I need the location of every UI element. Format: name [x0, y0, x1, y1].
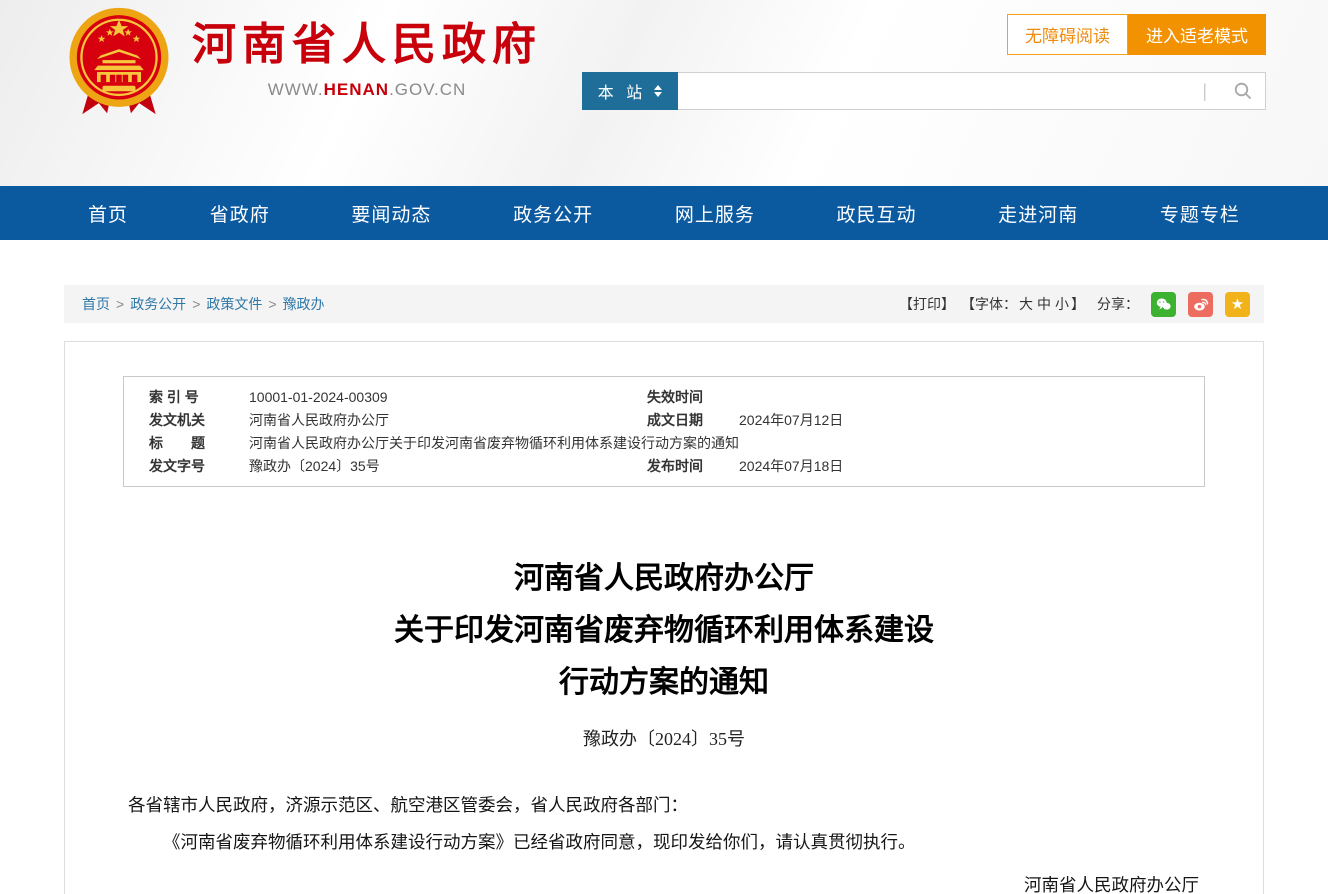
print-button[interactable]: 【打印】 — [899, 294, 955, 314]
weibo-icon — [1192, 296, 1209, 313]
nav-item-interaction[interactable]: 政民互动 — [837, 200, 917, 227]
search-scope-select[interactable]: 本 站 — [582, 72, 678, 110]
document-body: 各省辖市人民政府，济源示范区、航空港区管委会，省人民政府各部门： 《河南省废弃物… — [65, 787, 1263, 894]
elder-mode-button[interactable]: 进入适老模式 — [1128, 14, 1266, 55]
meta-index-label: 索 引 号 — [149, 386, 249, 408]
site-header: 河南省人民政府 WWW.HENAN.GOV.CN 无障碍阅读 进入适老模式 本 … — [0, 0, 1328, 186]
search-scope-label: 本 站 — [598, 79, 646, 103]
meta-expiry-value — [739, 386, 1204, 408]
document-title-line: 河南省人民政府办公厅 — [65, 553, 1263, 605]
meta-docno-label: 发文字号 — [149, 455, 249, 477]
scope-updown-icon — [654, 85, 662, 97]
share-weibo-button[interactable] — [1188, 292, 1213, 317]
accessibility-reading-button[interactable]: 无障碍阅读 — [1007, 14, 1128, 55]
nav-item-news[interactable]: 要闻动态 — [351, 200, 431, 227]
search-button[interactable] — [1221, 73, 1265, 109]
site-logo[interactable]: 河南省人民政府 WWW.HENAN.GOV.CN — [64, 4, 542, 118]
document-meta-table: 索 引 号 10001-01-2024-00309 失效时间 发文机关 河南省人… — [123, 376, 1205, 487]
meta-docno-value: 豫政办〔2024〕35号 — [249, 455, 647, 477]
font-size-medium[interactable]: 中 — [1037, 296, 1051, 312]
search-separator: | — [1202, 81, 1207, 102]
nav-item-home[interactable]: 首页 — [88, 200, 128, 227]
share-favorite-button[interactable]: ★ — [1225, 292, 1250, 317]
meta-written-date-label: 成文日期 — [647, 409, 739, 431]
site-url-prefix: WWW. — [268, 80, 324, 99]
breadcrumb-separator: > — [268, 296, 276, 312]
search-input[interactable] — [678, 73, 1202, 109]
nav-item-about-henan[interactable]: 走进河南 — [998, 200, 1078, 227]
breadcrumb-policy-files[interactable]: 政策文件 — [206, 294, 262, 314]
font-size-prefix: 【字体： — [961, 296, 1017, 312]
font-size-large[interactable]: 大 — [1019, 296, 1033, 312]
breadcrumb-separator: > — [192, 296, 200, 312]
meta-title-value: 河南省人民政府办公厅关于印发河南省废弃物循环利用体系建设行动方案的通知 — [249, 432, 1204, 454]
breadcrumb-separator: > — [116, 296, 124, 312]
share-label: 分享： — [1097, 294, 1139, 314]
document-content-box: 索 引 号 10001-01-2024-00309 失效时间 发文机关 河南省人… — [64, 341, 1264, 894]
page-toolbar: 【打印】 【字体：大中小】 分享： — [899, 292, 1250, 317]
breadcrumb-yuzhengban[interactable]: 豫政办 — [283, 294, 325, 314]
meta-expiry-label: 失效时间 — [647, 386, 739, 408]
nav-item-special-topics[interactable]: 专题专栏 — [1160, 200, 1240, 227]
share-wechat-button[interactable] — [1151, 292, 1176, 317]
search-bar: 本 站 | — [582, 72, 1266, 110]
site-title-block: 河南省人民政府 WWW.HENAN.GOV.CN — [192, 4, 542, 100]
document-paragraph: 各省辖市人民政府，济源示范区、航空港区管委会，省人民政府各部门： — [93, 787, 1235, 824]
meta-index-value: 10001-01-2024-00309 — [249, 386, 647, 408]
nav-item-online-services[interactable]: 网上服务 — [675, 200, 755, 227]
signature-org: 河南省人民政府办公厅 — [93, 867, 1235, 894]
breadcrumb-bar: 首页 > 政务公开 > 政策文件 > 豫政办 【打印】 【字体：大中小】 分享： — [64, 285, 1264, 323]
site-url-suffix: .GOV.CN — [389, 80, 466, 99]
meta-publish-date-label: 发布时间 — [647, 455, 739, 477]
meta-org-label: 发文机关 — [149, 409, 249, 431]
main-nav: 首页 省政府 要闻动态 政务公开 网上服务 政民互动 走进河南 专题专栏 — [0, 186, 1328, 240]
document-title: 河南省人民政府办公厅 关于印发河南省废弃物循环利用体系建设 行动方案的通知 — [65, 553, 1263, 709]
site-name: 河南省人民政府 — [192, 18, 542, 72]
nav-item-gov-affairs[interactable]: 政务公开 — [513, 200, 593, 227]
font-size-control: 【字体：大中小】 — [961, 294, 1085, 314]
document-title-line: 关于印发河南省废弃物循环利用体系建设 — [65, 605, 1263, 657]
breadcrumb-gov-affairs[interactable]: 政务公开 — [130, 294, 186, 314]
meta-title-label: 标 题 — [149, 432, 249, 454]
font-size-suffix: 】 — [1071, 296, 1085, 312]
wechat-icon — [1155, 296, 1172, 313]
nav-item-provincial-gov[interactable]: 省政府 — [210, 200, 270, 227]
meta-org-value: 河南省人民政府办公厅 — [249, 409, 647, 431]
national-emblem-icon — [64, 4, 174, 118]
site-url-highlight: HENAN — [324, 80, 389, 99]
breadcrumb: 首页 > 政务公开 > 政策文件 > 豫政办 — [82, 294, 325, 314]
search-input-wrap: | — [678, 72, 1266, 110]
search-icon — [1233, 81, 1253, 101]
top-buttons: 无障碍阅读 进入适老模式 — [1007, 14, 1266, 55]
site-url: WWW.HENAN.GOV.CN — [192, 80, 542, 100]
breadcrumb-home[interactable]: 首页 — [82, 294, 110, 314]
star-icon: ★ — [1231, 295, 1244, 313]
document-paragraph: 《河南省废弃物循环利用体系建设行动方案》已经省政府同意，现印发给你们，请认真贯彻… — [93, 824, 1235, 861]
page: 河南省人民政府 WWW.HENAN.GOV.CN 无障碍阅读 进入适老模式 本 … — [0, 0, 1328, 894]
meta-publish-date-value: 2024年07月18日 — [739, 455, 1204, 477]
document-number: 豫政办〔2024〕35号 — [65, 725, 1263, 751]
meta-written-date-value: 2024年07月12日 — [739, 409, 1204, 431]
document-title-line: 行动方案的通知 — [65, 657, 1263, 709]
font-size-small[interactable]: 小 — [1055, 296, 1069, 312]
